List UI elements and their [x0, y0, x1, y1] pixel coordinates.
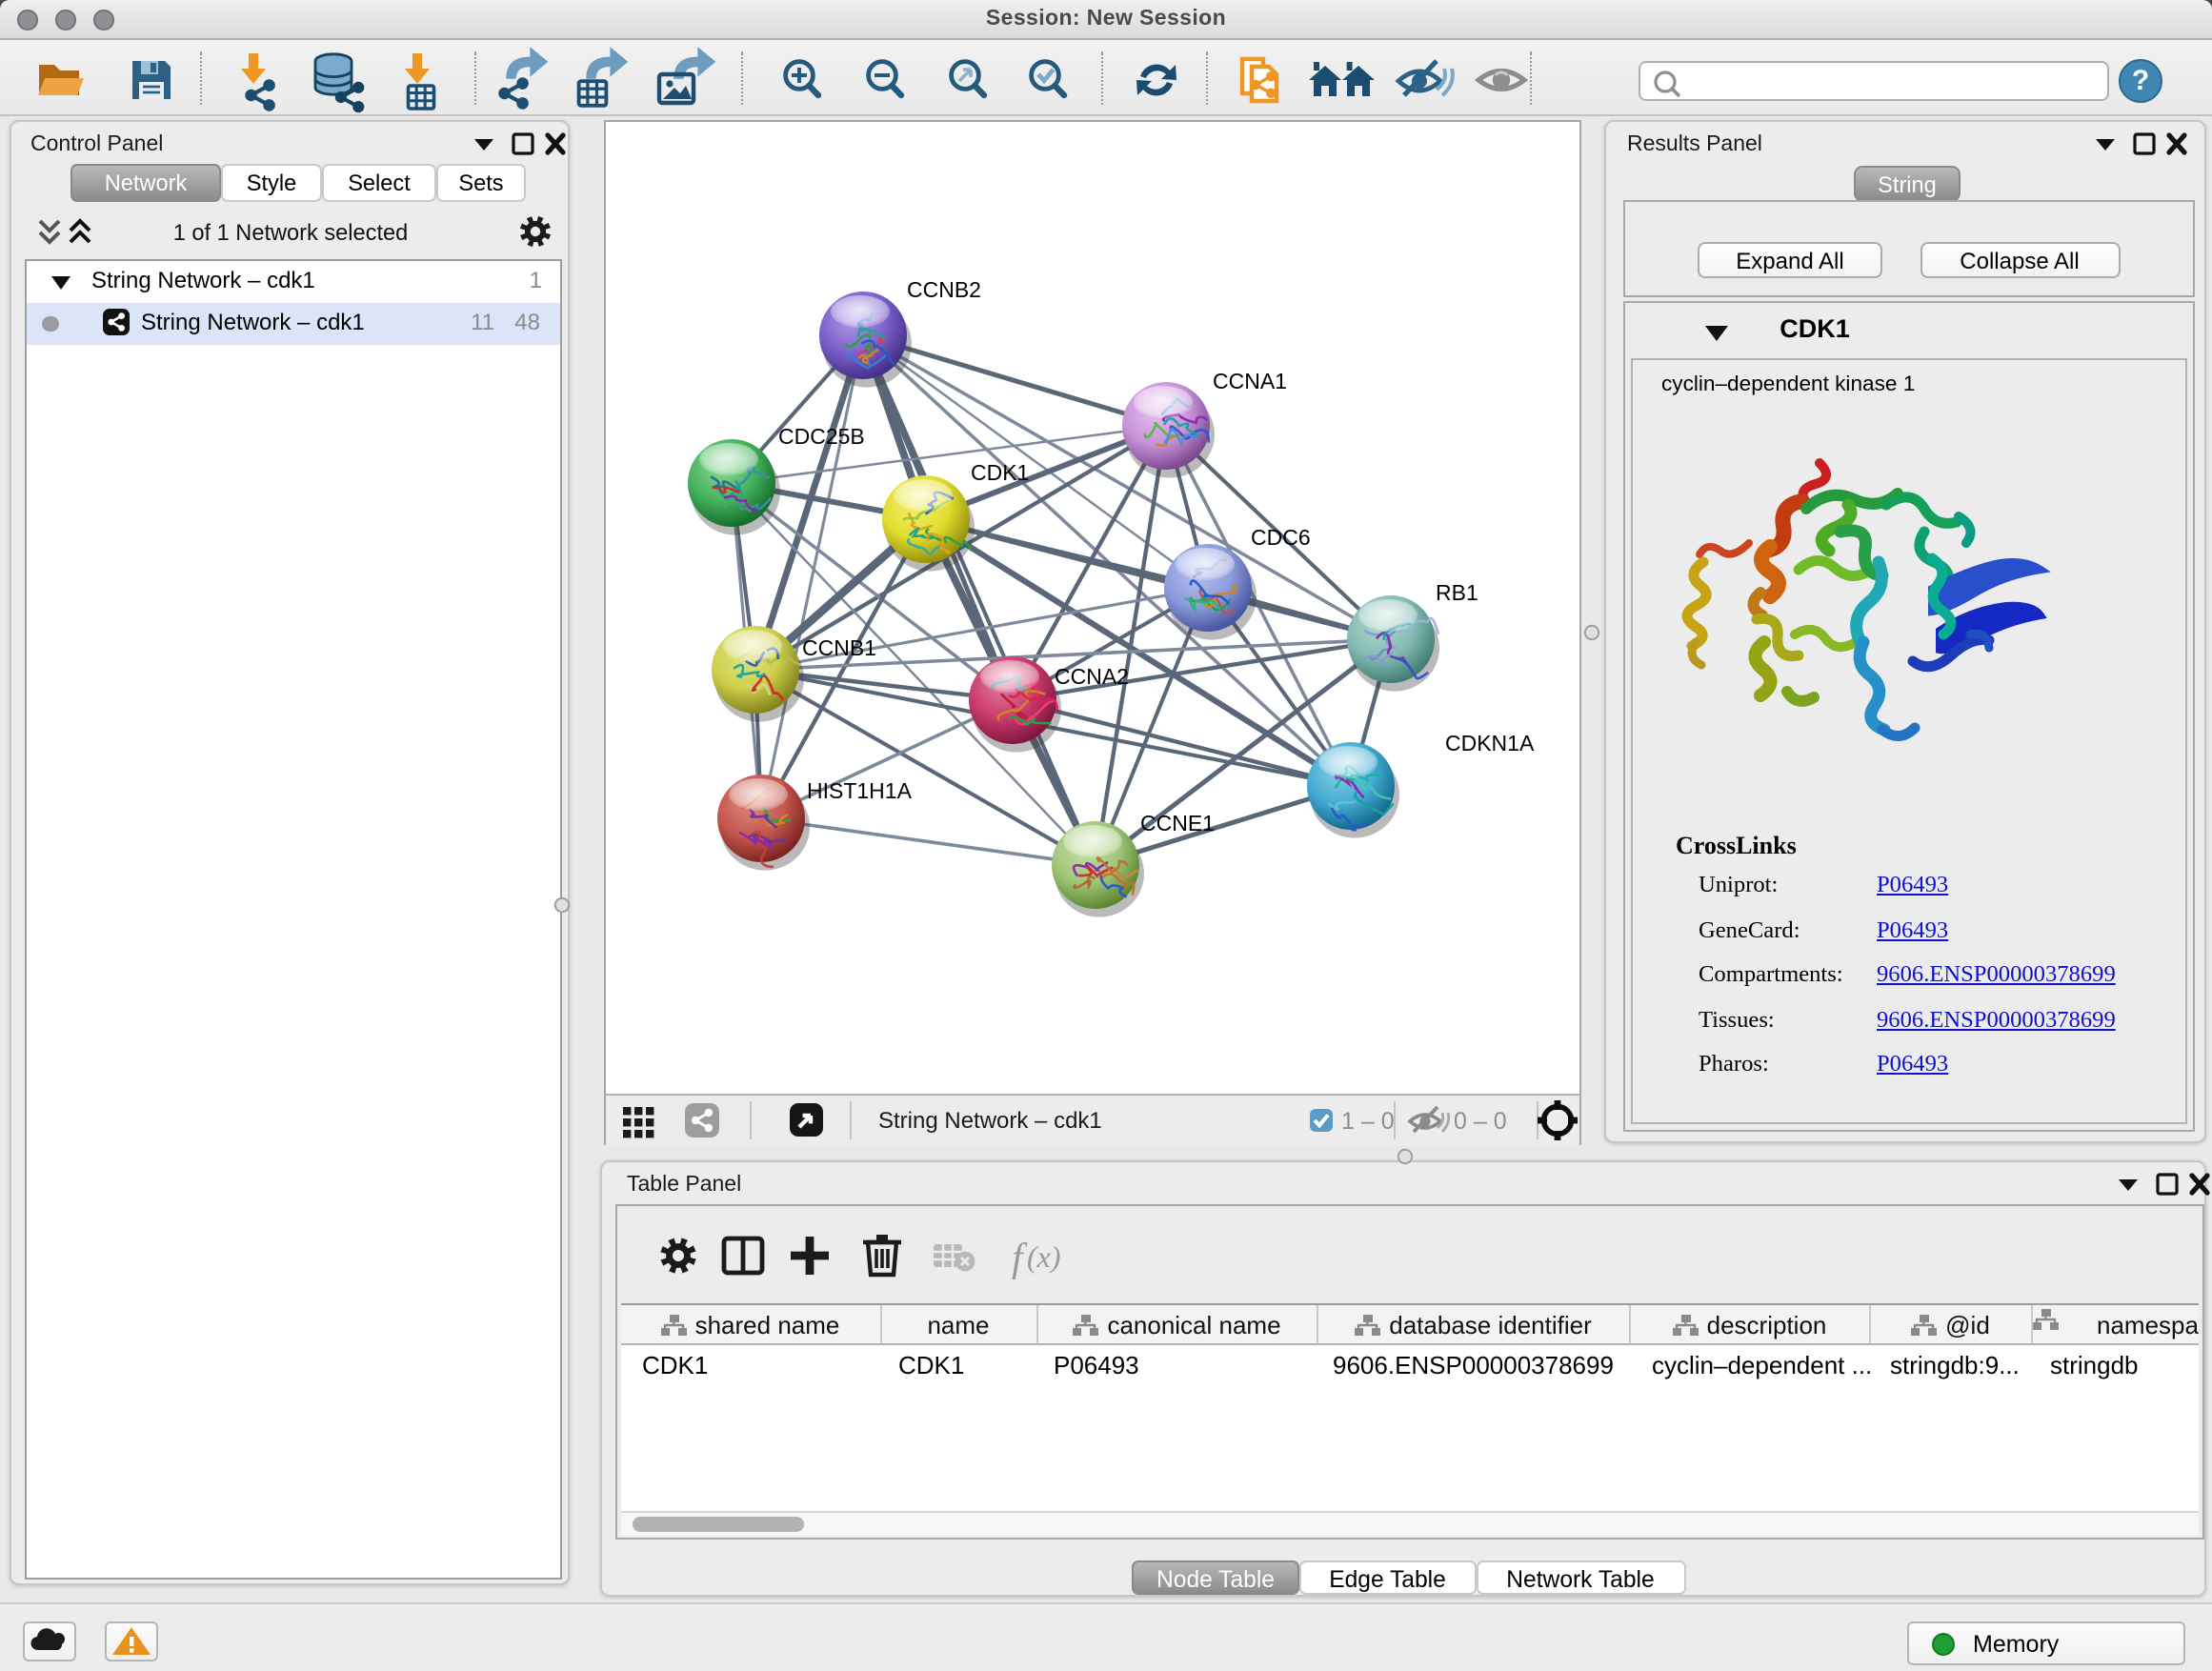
svg-text:0 – 0: 0 – 0: [1453, 1108, 1506, 1135]
svg-text:CDK1: CDK1: [970, 459, 1028, 484]
svg-text:f: f: [1011, 1237, 1027, 1280]
svg-text:1 – 0: 1 – 0: [1340, 1108, 1394, 1135]
svg-text:CCNA2: CCNA2: [1054, 663, 1128, 688]
svg-text:CCNB2: CCNB2: [906, 276, 980, 301]
svg-text:CCNE1: CCNE1: [1139, 810, 1214, 835]
svg-text:CCNA1: CCNA1: [1212, 368, 1286, 393]
svg-text:(x): (x): [1026, 1239, 1060, 1274]
svg-text:String Network – cdk1: String Network – cdk1: [877, 1108, 1101, 1134]
svg-text:CDKN1A: CDKN1A: [1444, 730, 1534, 755]
svg-text:RB1: RB1: [1435, 579, 1478, 604]
svg-text:CDC6: CDC6: [1250, 524, 1310, 549]
svg-text:CCNB1: CCNB1: [801, 634, 875, 659]
svg-text:HIST1H1A: HIST1H1A: [806, 777, 912, 802]
svg-text:CDC25B: CDC25B: [777, 423, 864, 448]
